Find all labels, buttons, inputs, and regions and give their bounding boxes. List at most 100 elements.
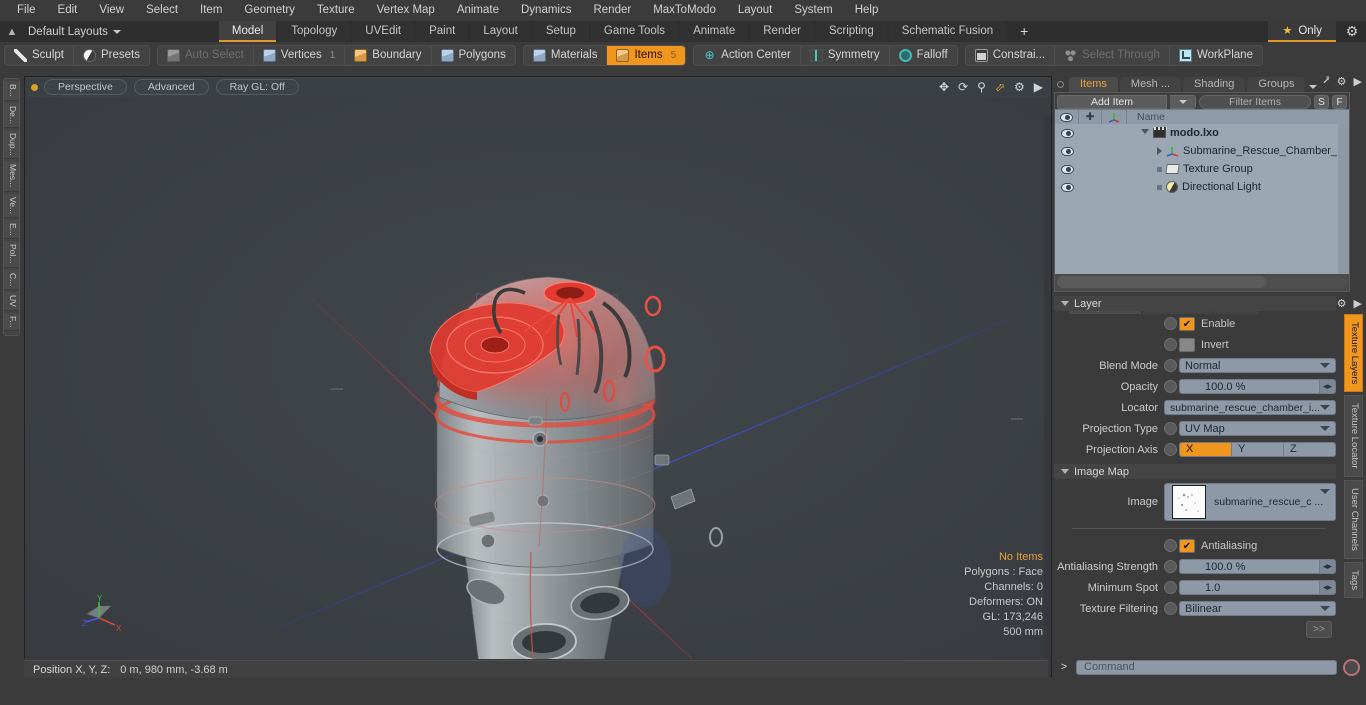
tool-workplane-button[interactable]: WorkPlane: [1170, 46, 1262, 65]
side-tab-tags[interactable]: Tags: [1344, 561, 1363, 598]
panel-tab-items[interactable]: Items: [1069, 77, 1118, 92]
menu-texture[interactable]: Texture: [306, 0, 366, 21]
locator-dropdown[interactable]: submarine_rescue_chamber_i...: [1164, 400, 1336, 415]
tool-presets-button[interactable]: Presets: [74, 46, 149, 65]
filter-f-button[interactable]: F: [1332, 95, 1347, 109]
menu-edit[interactable]: Edit: [47, 0, 89, 21]
panel-menu-dot[interactable]: [1057, 81, 1064, 88]
layout-tab-uvedit[interactable]: UVEdit: [352, 21, 415, 42]
spinner-icon[interactable]: ◂▸: [1319, 560, 1335, 573]
antialiasing-knob[interactable]: [1164, 539, 1177, 552]
enable-knob[interactable]: [1164, 317, 1177, 330]
add-item-dropdown[interactable]: [1170, 95, 1196, 109]
layout-tab-scripting[interactable]: Scripting: [815, 21, 887, 42]
viewport-shading-button[interactable]: Advanced: [133, 79, 209, 95]
item-list-body[interactable]: modo.lxo Submarine_Rescue_Chamber_... Text…: [1055, 124, 1349, 274]
left-tab-uv[interactable]: UV: [4, 291, 19, 311]
layout-tab-paint[interactable]: Paint: [416, 21, 469, 42]
projection-axis-y[interactable]: Y: [1232, 443, 1284, 456]
left-tab-c[interactable]: C...: [4, 269, 19, 290]
tool-symmetry-button[interactable]: Symmetry: [801, 45, 890, 65]
menu-render[interactable]: Render: [582, 0, 642, 21]
viewport-raygl-button[interactable]: Ray GL: Off: [215, 79, 299, 95]
min-spot-knob[interactable]: [1164, 581, 1177, 594]
opacity-knob[interactable]: [1164, 380, 1177, 393]
chevron-right-icon[interactable]: ▶: [1354, 75, 1362, 88]
zoom-icon[interactable]: ⚲: [977, 80, 986, 94]
move-icon[interactable]: ✥: [939, 80, 949, 94]
left-tab-f[interactable]: F...: [4, 312, 19, 332]
column-lock-icon[interactable]: ✚: [1079, 109, 1102, 125]
table-row[interactable]: Directional Light: [1055, 178, 1349, 196]
invert-checkbox[interactable]: [1179, 337, 1195, 352]
aa-strength-input[interactable]: 100.0 % ◂▸: [1179, 559, 1336, 574]
image-map-section-header[interactable]: Image Map: [1054, 464, 1336, 479]
viewport-menu-dot[interactable]: [31, 83, 38, 91]
layer-section-header[interactable]: Layer: [1054, 296, 1336, 311]
menu-item[interactable]: Item: [189, 0, 233, 21]
layout-tab-schematic-fusion[interactable]: Schematic Fusion: [888, 21, 1007, 42]
layout-tab-topology[interactable]: Topology: [278, 21, 351, 42]
row-visibility-toggle[interactable]: [1055, 146, 1079, 156]
menu-geometry[interactable]: Geometry: [233, 0, 306, 21]
table-row[interactable]: modo.lxo: [1055, 124, 1349, 142]
gear-icon[interactable]: ⚙: [1342, 23, 1362, 40]
menu-select[interactable]: Select: [135, 0, 189, 21]
layout-tab-animate[interactable]: Animate: [680, 21, 749, 42]
aa-strength-knob[interactable]: [1164, 560, 1177, 573]
left-tab-e[interactable]: E...: [4, 219, 19, 240]
tool-sculpt-button[interactable]: Sculpt: [5, 45, 74, 65]
layout-tab-layout[interactable]: Layout: [470, 21, 531, 42]
panel-tab-shading[interactable]: Shading: [1183, 77, 1246, 92]
left-tab-b[interactable]: B...: [4, 81, 19, 101]
projection-axis-x[interactable]: X: [1180, 443, 1232, 456]
side-tab-texture-locator[interactable]: Texture Locator: [1344, 395, 1363, 477]
column-eye-icon[interactable]: [1055, 109, 1079, 125]
antialiasing-checkbox[interactable]: ✔: [1179, 538, 1195, 553]
gear-icon[interactable]: ⚙: [1014, 80, 1025, 94]
menu-animate[interactable]: Animate: [446, 0, 510, 21]
tool-action-center-button[interactable]: ⊕ Action Center: [694, 45, 801, 65]
filter-items-input[interactable]: Filter Items: [1199, 95, 1311, 109]
more-options-button[interactable]: >>: [1306, 621, 1332, 638]
viewport-canvas[interactable]: X Y Z No Items Polygons : Face Channels:…: [25, 97, 1051, 676]
tool-vertices-button[interactable]: Vertices 1: [254, 45, 346, 65]
texture-filtering-dropdown[interactable]: Bilinear: [1179, 601, 1336, 616]
filter-s-button[interactable]: S: [1314, 95, 1329, 109]
layout-tab-setup[interactable]: Setup: [532, 21, 589, 42]
opacity-input[interactable]: 100.0 % ◂▸: [1179, 379, 1336, 394]
left-tab-ve[interactable]: Ve...: [4, 193, 19, 218]
command-input[interactable]: Command: [1076, 659, 1337, 675]
panel-tab-mesh[interactable]: Mesh ...: [1119, 77, 1182, 92]
column-axis-icon[interactable]: [1102, 109, 1127, 125]
table-row[interactable]: Texture Group: [1055, 160, 1349, 178]
home-icon[interactable]: ▲: [0, 26, 24, 38]
blend-mode-dropdown[interactable]: Normal: [1179, 358, 1336, 373]
tool-constrai-button[interactable]: Constrai...: [966, 45, 1056, 65]
tool-falloff-button[interactable]: Falloff: [890, 46, 957, 65]
spinner-icon[interactable]: ◂▸: [1319, 380, 1335, 393]
left-tab-pol[interactable]: Pol...: [4, 241, 19, 268]
record-icon[interactable]: [1343, 658, 1360, 676]
gear-icon[interactable]: ⚙: [1337, 297, 1347, 310]
table-row[interactable]: Submarine_Rescue_Chamber_...: [1055, 142, 1349, 160]
chevron-down-icon[interactable]: [1309, 85, 1318, 89]
expand-icon[interactable]: ⭷: [1323, 72, 1330, 91]
item-list-scrollbar[interactable]: [1338, 124, 1349, 274]
menu-dynamics[interactable]: Dynamics: [510, 0, 582, 21]
row-visibility-toggle[interactable]: [1055, 164, 1079, 174]
tool-items-button[interactable]: Items 5: [607, 45, 686, 65]
fit-icon[interactable]: ⬀: [995, 80, 1005, 94]
add-item-button[interactable]: Add Item: [1057, 95, 1167, 109]
projection-axis-knob[interactable]: [1164, 443, 1177, 456]
image-dropdown[interactable]: submarine_rescue_c ...: [1164, 483, 1336, 521]
blend-mode-knob[interactable]: [1164, 359, 1177, 372]
only-toggle[interactable]: ★ Only: [1268, 21, 1336, 42]
expander-open-icon[interactable]: [1141, 128, 1149, 138]
invert-knob[interactable]: [1164, 338, 1177, 351]
enable-checkbox[interactable]: ✔: [1179, 316, 1195, 331]
expander-closed-icon[interactable]: [1157, 147, 1162, 155]
row-visibility-toggle[interactable]: [1055, 182, 1079, 192]
spinner-icon[interactable]: ◂▸: [1319, 581, 1335, 594]
menu-help[interactable]: Help: [844, 0, 890, 21]
